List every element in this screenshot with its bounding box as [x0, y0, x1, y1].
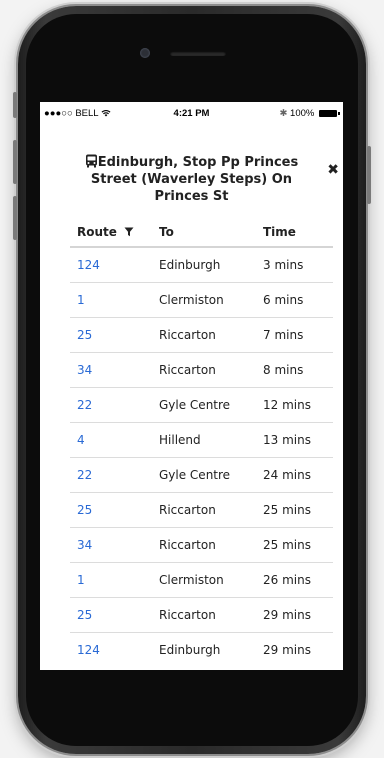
time-cell: 8 mins: [263, 363, 304, 377]
route-cell: 124: [70, 258, 159, 272]
departures-table: Route To Time 124 Edinburgh 3 mins 1 Clermis…: [70, 218, 333, 667]
route-link[interactable]: 34: [77, 363, 92, 377]
battery-percent: 100%: [290, 108, 315, 119]
route-cell: 4: [70, 433, 159, 447]
table-row: 124 Edinburgh 3 mins: [70, 248, 333, 282]
route-link[interactable]: 22: [77, 468, 92, 482]
time-cell: 29 mins: [263, 608, 311, 622]
route-cell: 34: [70, 538, 159, 552]
destination-cell: Clermiston: [159, 293, 224, 307]
route-link[interactable]: 25: [77, 328, 92, 342]
route-link[interactable]: 4: [77, 433, 85, 447]
route-link[interactable]: 124: [77, 258, 100, 272]
destination-cell: Riccarton: [159, 363, 216, 377]
bluetooth-icon: ✱: [279, 108, 288, 119]
route-cell: 124: [70, 643, 159, 657]
destination-cell: Gyle Centre: [159, 468, 231, 482]
phone-screen: ●●●○○ BELL 4:21 PM ✱ 100% Edinburgh, Sto…: [40, 102, 343, 670]
table-row: 25 Riccarton 29 mins: [70, 597, 333, 632]
destination-cell: Edinburgh: [159, 258, 221, 272]
route-link[interactable]: 25: [77, 503, 92, 517]
filter-icon[interactable]: [124, 227, 134, 237]
bus-icon: [85, 154, 97, 168]
stop-title-text: Edinburgh, Stop Pp Princes Street (Waver…: [90, 155, 299, 204]
table-row: 25 Riccarton 7 mins: [70, 317, 333, 352]
status-bar: ●●●○○ BELL 4:21 PM ✱ 100%: [40, 102, 343, 124]
route-link[interactable]: 34: [77, 538, 92, 552]
front-camera: [140, 48, 150, 58]
power-button: [367, 146, 371, 204]
departure-rows: 124 Edinburgh 3 mins 1 Clermiston 6 mins 25 Ric…: [70, 248, 333, 667]
destination-cell: Riccarton: [159, 608, 216, 622]
route-header-label: Route: [77, 225, 117, 239]
time-cell: 29 mins: [263, 643, 311, 657]
volume-down-button: [13, 196, 17, 240]
route-cell: 25: [70, 608, 159, 622]
to-header: To: [159, 225, 174, 239]
route-link[interactable]: 124: [77, 643, 100, 657]
time-cell: 7 mins: [263, 328, 304, 342]
time-cell: 12 mins: [263, 398, 311, 412]
route-cell: 1: [70, 293, 159, 307]
table-row: 34 Riccarton 25 mins: [70, 527, 333, 562]
time-cell: 13 mins: [263, 433, 311, 447]
destination-cell: Hillend: [159, 433, 201, 447]
destination-cell: Riccarton: [159, 538, 216, 552]
time-cell: 3 mins: [263, 258, 304, 272]
destination-cell: Riccarton: [159, 328, 216, 342]
earpiece-speaker: [170, 51, 226, 56]
destination-cell: Edinburgh: [159, 643, 221, 657]
time-cell: 6 mins: [263, 293, 304, 307]
destination-cell: Riccarton: [159, 503, 216, 517]
table-row: 22 Gyle Centre 24 mins: [70, 457, 333, 492]
route-link[interactable]: 25: [77, 608, 92, 622]
table-header: Route To Time: [70, 218, 333, 248]
time-cell: 25 mins: [263, 538, 311, 552]
mute-switch: [13, 92, 17, 118]
time-cell: 25 mins: [263, 503, 311, 517]
status-right: ✱ 100%: [279, 108, 340, 119]
table-row: 25 Riccarton 25 mins: [70, 492, 333, 527]
destination-cell: Gyle Centre: [159, 398, 231, 412]
route-cell: 25: [70, 328, 159, 342]
table-row: 124 Edinburgh 29 mins: [70, 632, 333, 667]
time-cell: 24 mins: [263, 468, 311, 482]
battery-icon: [319, 110, 340, 117]
route-cell: 25: [70, 503, 159, 517]
route-cell: 22: [70, 468, 159, 482]
route-cell: 34: [70, 363, 159, 377]
time-header: Time: [263, 225, 296, 239]
table-row: 1 Clermiston 26 mins: [70, 562, 333, 597]
route-cell: 22: [70, 398, 159, 412]
volume-up-button: [13, 140, 17, 184]
time-cell: 26 mins: [263, 573, 311, 587]
stop-title: Edinburgh, Stop Pp Princes Street (Waver…: [80, 154, 303, 205]
route-cell: 1: [70, 573, 159, 587]
close-icon[interactable]: ✖: [327, 162, 339, 178]
route-link[interactable]: 1: [77, 293, 85, 307]
destination-cell: Clermiston: [159, 573, 224, 587]
route-header[interactable]: Route: [70, 225, 159, 239]
table-row: 1 Clermiston 6 mins: [70, 282, 333, 317]
table-row: 34 Riccarton 8 mins: [70, 352, 333, 387]
table-row: 22 Gyle Centre 12 mins: [70, 387, 333, 422]
route-link[interactable]: 1: [77, 573, 85, 587]
table-row: 4 Hillend 13 mins: [70, 422, 333, 457]
route-link[interactable]: 22: [77, 398, 92, 412]
